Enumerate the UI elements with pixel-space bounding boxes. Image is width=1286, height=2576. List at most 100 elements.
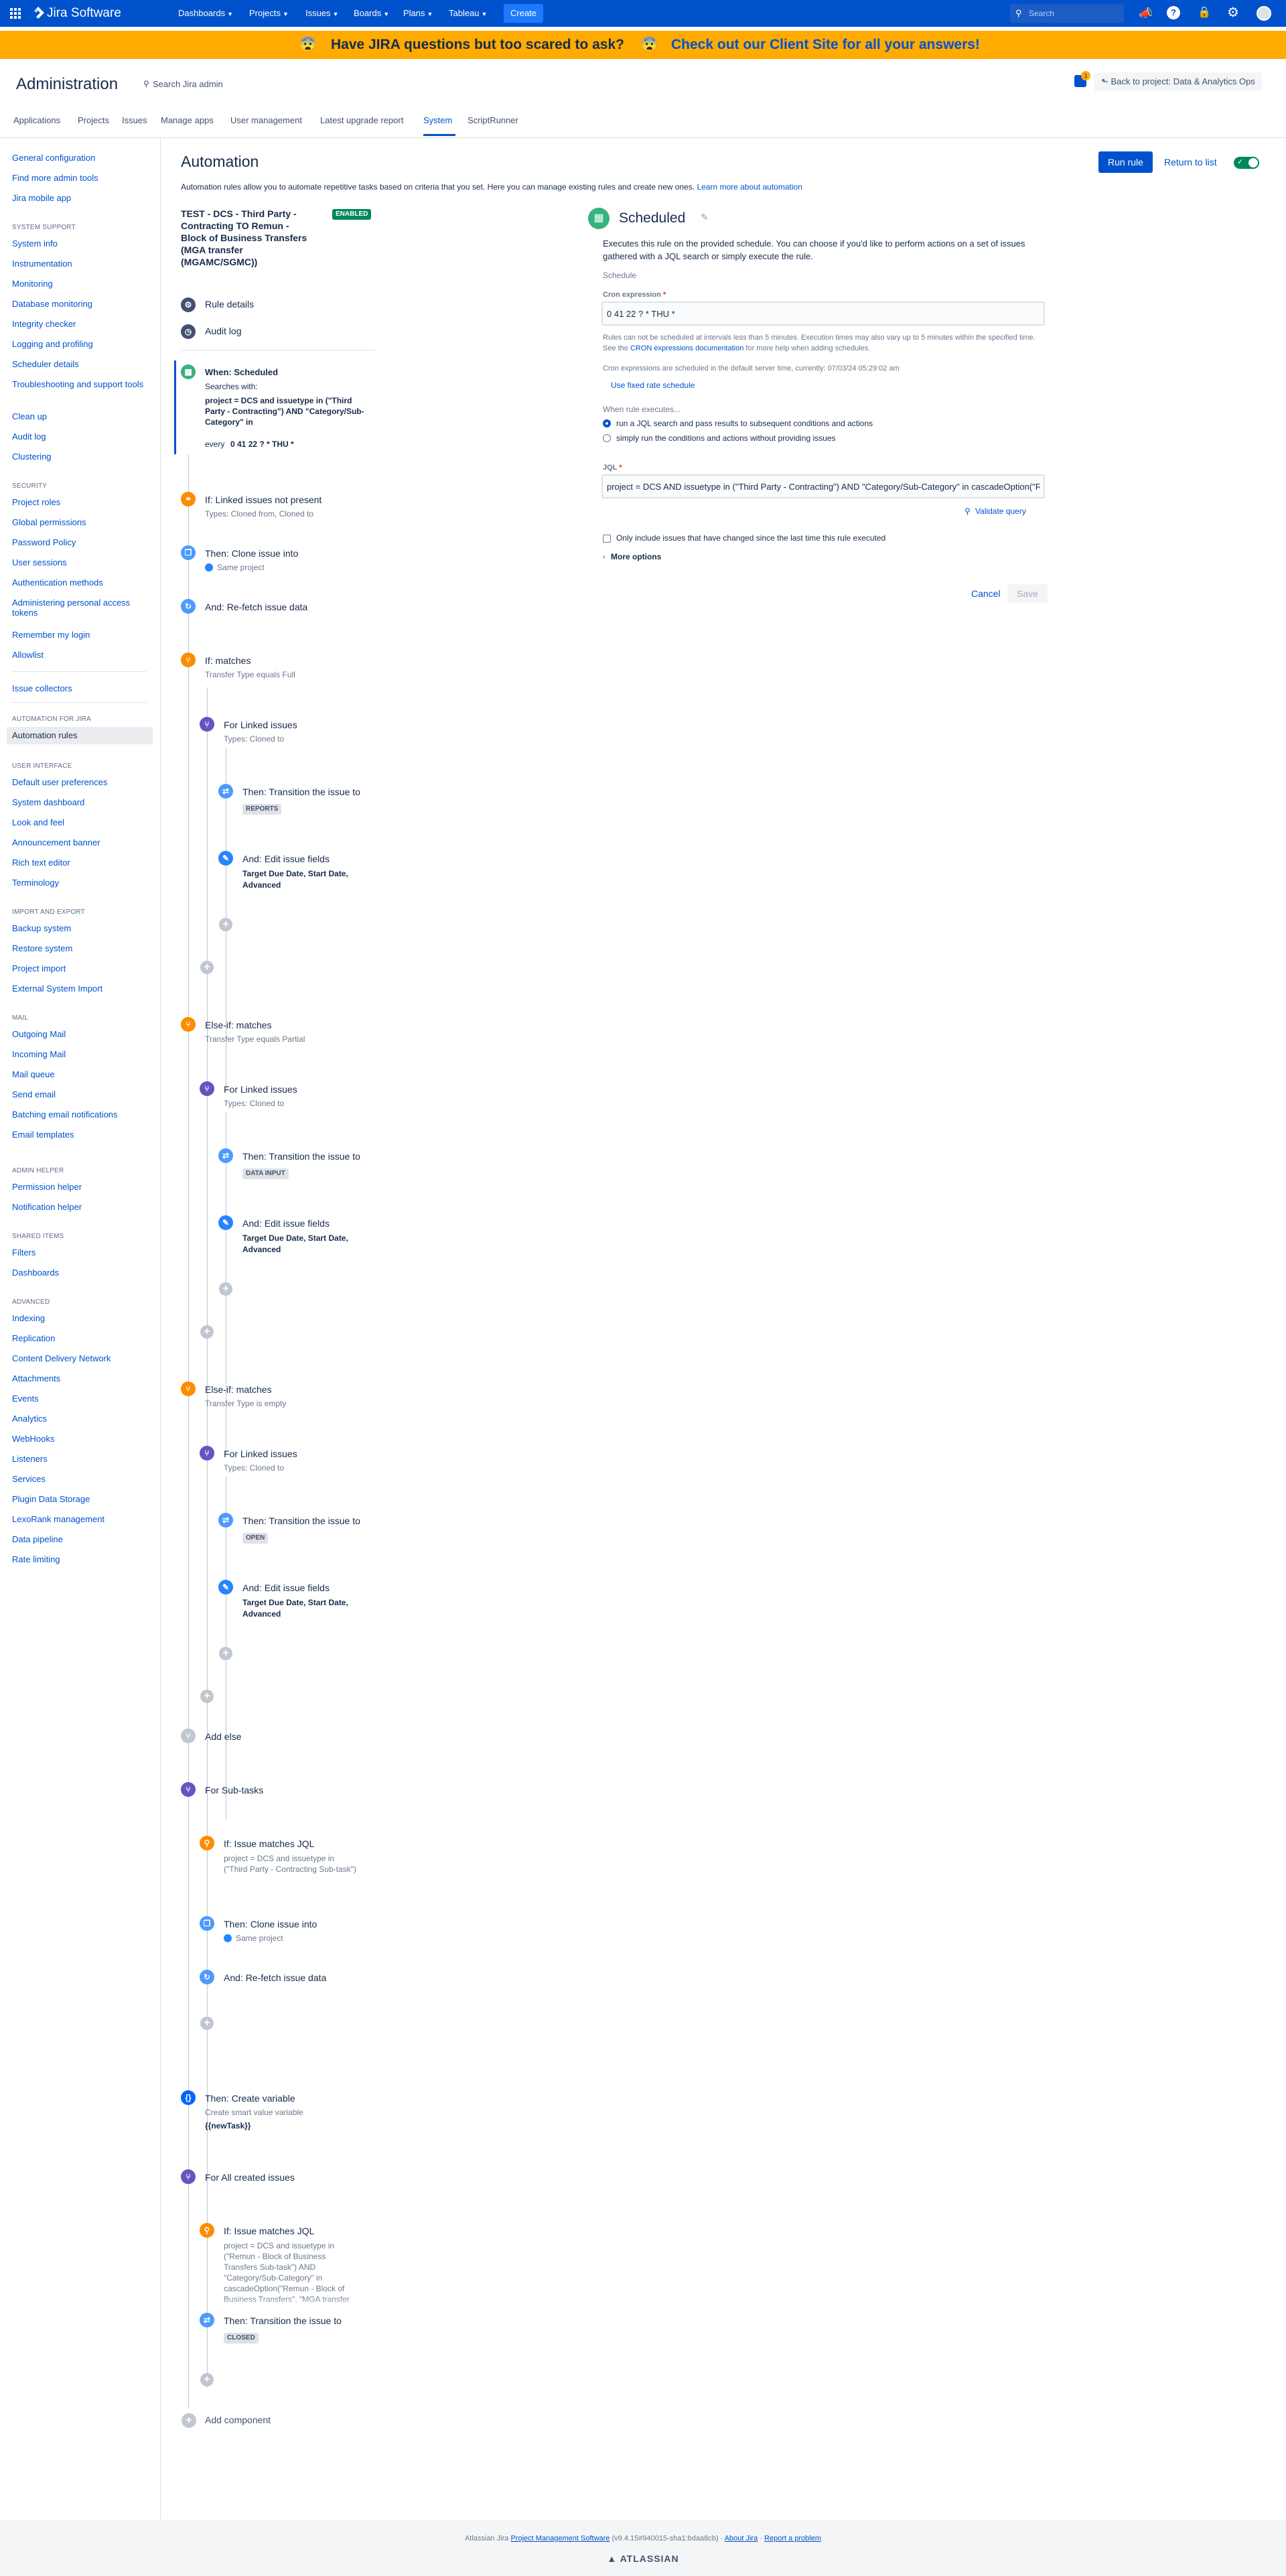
sidebar-item-notification-helper[interactable]: Notification helper bbox=[12, 1202, 82, 1212]
rule-enabled-toggle[interactable]: ✓ bbox=[1234, 157, 1259, 169]
sidebar-item-email-templates[interactable]: Email templates bbox=[12, 1130, 74, 1140]
sidebar-item-incoming-mail[interactable]: Incoming Mail bbox=[12, 1049, 66, 1059]
audit-log-link[interactable]: Audit log bbox=[205, 326, 241, 336]
else-if-matches-empty[interactable]: Else-if: matches bbox=[205, 1384, 272, 1395]
nav-projects[interactable]: Projects ▼ bbox=[249, 8, 289, 18]
add-component-icon[interactable]: + bbox=[219, 1647, 232, 1660]
tab-user-management[interactable]: User management bbox=[230, 115, 302, 125]
nav-issues[interactable]: Issues ▼ bbox=[305, 8, 339, 18]
sidebar-item-terminology[interactable]: Terminology bbox=[12, 878, 59, 888]
sidebar-item-scheduler-details[interactable]: Scheduler details bbox=[12, 359, 79, 369]
jql-input[interactable] bbox=[601, 474, 1045, 498]
add-component-icon[interactable]: + bbox=[200, 2373, 214, 2386]
sidebar-item-integrity-checker[interactable]: Integrity checker bbox=[12, 319, 76, 329]
sidebar-item-send-email[interactable]: Send email bbox=[12, 1089, 56, 1099]
nav-tableau[interactable]: Tableau ▼ bbox=[449, 8, 487, 18]
sidebar-item-allowlist[interactable]: Allowlist bbox=[12, 650, 44, 660]
else-if-matches-partial[interactable]: Else-if: matches bbox=[205, 1020, 272, 1030]
more-options-toggle[interactable]: More options bbox=[611, 552, 661, 561]
for-linked-issues[interactable]: For Linked issues bbox=[224, 720, 297, 730]
sidebar-item-audit-log[interactable]: Audit log bbox=[12, 431, 46, 442]
sidebar-item-issue-collectors[interactable]: Issue collectors bbox=[12, 683, 72, 693]
cancel-button[interactable]: Cancel bbox=[962, 584, 1010, 603]
for-linked-issues[interactable]: For Linked issues bbox=[224, 1448, 297, 1459]
sidebar-item-database-monitoring[interactable]: Database monitoring bbox=[12, 299, 92, 309]
tab-system[interactable]: System bbox=[423, 115, 452, 125]
nav-plans[interactable]: Plans ▼ bbox=[403, 8, 433, 18]
radio-run-no-issues[interactable] bbox=[603, 434, 611, 442]
sidebar-item-outgoing-mail[interactable]: Outgoing Mail bbox=[12, 1029, 66, 1039]
lock-icon[interactable]: 🔒 bbox=[1198, 5, 1211, 19]
sidebar-item-analytics[interactable]: Analytics bbox=[12, 1414, 47, 1424]
sidebar-item-troubleshooting[interactable]: Troubleshooting and support tools bbox=[12, 379, 146, 389]
action-refetch[interactable]: And: Re-fetch issue data bbox=[205, 602, 307, 612]
sidebar-item-cdn[interactable]: Content Delivery Network bbox=[12, 1353, 111, 1363]
sidebar-item-logging-and-profiling[interactable]: Logging and profiling bbox=[12, 339, 93, 349]
sidebar-item-announcement-banner[interactable]: Announcement banner bbox=[12, 837, 100, 848]
sidebar-item-automation-rules[interactable]: Automation rules bbox=[7, 727, 153, 744]
created-transition[interactable]: Then: Transition the issue to bbox=[224, 2315, 342, 2326]
radio-run-jql[interactable] bbox=[603, 419, 611, 427]
sidebar-item-plugin-data-storage[interactable]: Plugin Data Storage bbox=[12, 1494, 90, 1504]
add-component-icon[interactable]: + bbox=[219, 918, 232, 931]
tab-scriptrunner[interactable]: ScriptRunner bbox=[468, 115, 518, 125]
sidebar-item-clustering[interactable]: Clustering bbox=[12, 452, 52, 462]
sidebar-item-default-user-preferences[interactable]: Default user preferences bbox=[12, 777, 107, 787]
sidebar-item-webhooks[interactable]: WebHooks bbox=[12, 1434, 54, 1444]
transition-issue[interactable]: Then: Transition the issue to bbox=[242, 1151, 360, 1162]
more-options-chevron-icon[interactable]: › bbox=[603, 553, 605, 561]
footer-pm-link[interactable]: Project Management Software bbox=[510, 2534, 610, 2543]
sidebar-item-batching-email[interactable]: Batching email notifications bbox=[12, 1109, 118, 1120]
search-box[interactable]: ⚲ Search bbox=[1010, 4, 1124, 23]
sidebar-item-instrumentation[interactable]: Instrumentation bbox=[12, 259, 72, 269]
megaphone-icon[interactable]: 📣 bbox=[1139, 7, 1153, 20]
subtask-refetch[interactable]: And: Re-fetch issue data bbox=[224, 1972, 326, 1983]
sidebar-item-system-dashboard[interactable]: System dashboard bbox=[12, 797, 84, 807]
cron-expression-input[interactable] bbox=[601, 301, 1045, 326]
add-component-icon[interactable]: + bbox=[200, 1325, 214, 1339]
save-button[interactable]: Save bbox=[1007, 584, 1048, 603]
run-rule-button[interactable]: Run rule bbox=[1098, 151, 1153, 173]
edit-title-pencil-icon[interactable]: ✎ bbox=[701, 212, 709, 223]
if-issue-matches-jql[interactable]: If: Issue matches JQL bbox=[224, 1838, 314, 1849]
for-sub-tasks[interactable]: For Sub-tasks bbox=[205, 1785, 263, 1795]
only-changed-checkbox[interactable] bbox=[603, 535, 611, 543]
sidebar-item-project-import[interactable]: Project import bbox=[12, 963, 66, 973]
tab-applications[interactable]: Applications bbox=[13, 115, 60, 125]
action-clone-issue[interactable]: Then: Clone issue into bbox=[205, 548, 298, 559]
learn-more-link[interactable]: Learn more about automation bbox=[697, 182, 802, 192]
sidebar-item-data-pipeline[interactable]: Data pipeline bbox=[12, 1534, 63, 1544]
sidebar-item-indexing[interactable]: Indexing bbox=[12, 1313, 45, 1323]
fixed-rate-schedule-link[interactable]: Use fixed rate schedule bbox=[611, 381, 695, 390]
app-switcher-icon[interactable] bbox=[9, 7, 21, 19]
sidebar-item-general-configuration[interactable]: General configuration bbox=[12, 153, 95, 163]
banner-client-site-link[interactable]: Check out our Client Site for all your a… bbox=[671, 37, 980, 53]
sidebar-item-replication[interactable]: Replication bbox=[12, 1333, 55, 1343]
create-variable[interactable]: Then: Create variable bbox=[205, 2093, 295, 2104]
edit-issue-fields[interactable]: And: Edit issue fields bbox=[242, 854, 330, 864]
nav-dashboards[interactable]: Dashboards ▼ bbox=[178, 8, 233, 18]
validate-query-link[interactable]: Validate query bbox=[975, 506, 1026, 516]
sidebar-item-personal-access-tokens[interactable]: Administering personal access tokens bbox=[12, 598, 146, 618]
return-to-list-button[interactable]: Return to list bbox=[1155, 151, 1226, 173]
sidebar-item-authentication-methods[interactable]: Authentication methods bbox=[12, 578, 103, 588]
sidebar-item-rich-text-editor[interactable]: Rich text editor bbox=[12, 858, 70, 868]
sidebar-item-listeners[interactable]: Listeners bbox=[12, 1454, 48, 1464]
sidebar-item-services[interactable]: Services bbox=[12, 1474, 46, 1484]
add-component-icon[interactable]: + bbox=[200, 1690, 214, 1703]
condition-linked-issues[interactable]: If: Linked issues not present bbox=[205, 494, 322, 505]
transition-issue[interactable]: Then: Transition the issue to bbox=[242, 1515, 360, 1526]
tab-issues[interactable]: Issues bbox=[122, 115, 147, 125]
for-linked-issues[interactable]: For Linked issues bbox=[224, 1084, 297, 1095]
create-button[interactable]: Create bbox=[504, 4, 544, 23]
sidebar-item-look-and-feel[interactable]: Look and feel bbox=[12, 817, 64, 827]
add-component-icon[interactable]: + bbox=[200, 2017, 214, 2030]
admin-search-input[interactable]: Search Jira admin bbox=[153, 79, 223, 89]
sidebar-item-mail-queue[interactable]: Mail queue bbox=[12, 1069, 55, 1079]
add-component-link[interactable]: Add component bbox=[205, 2415, 271, 2425]
sidebar-item-lexorank[interactable]: LexoRank management bbox=[12, 1514, 104, 1524]
avatar[interactable] bbox=[1257, 6, 1271, 21]
sidebar-item-dashboards[interactable]: Dashboards bbox=[12, 1268, 59, 1278]
nav-boards[interactable]: Boards ▼ bbox=[354, 8, 389, 18]
edit-issue-fields[interactable]: And: Edit issue fields bbox=[242, 1218, 330, 1229]
